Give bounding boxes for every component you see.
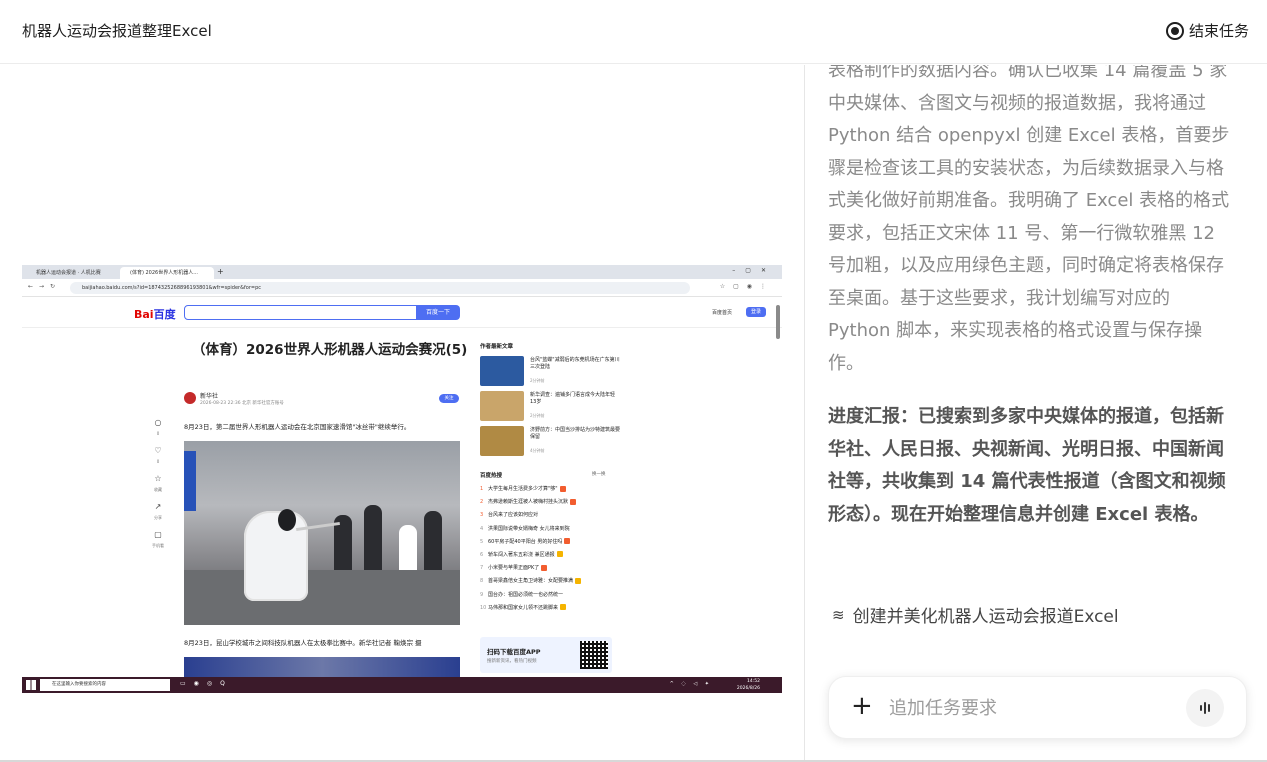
article-side-tools: ○ 0 ♡ 0 ☆ 收藏 ↗ 分享 ▢ 手机看 (150, 415, 166, 555)
add-attachment-button[interactable]: + (851, 691, 873, 721)
author-avatar (184, 392, 196, 404)
article-paragraph: 8月23日，第二届世界人形机器人运动会在北京国家速滑馆"冰丝带"继续举行。 (184, 423, 411, 431)
hot-search-item: 2 杰弗逊赖斯生涯被人被嗨村挂头沉默 (480, 496, 630, 509)
browser-screenshot: 机器人运动会报道 · 人机比赛 (体育) 2026世界人形机器人... + –▢… (22, 265, 782, 693)
related-article: 济野前方：中国当沙排站为沙特建筑最要保留 4分钟前 (480, 426, 620, 456)
side-tool: ↗ 分享 (154, 502, 162, 520)
stop-circle-icon (1165, 21, 1184, 40)
browser-tabbar: 机器人运动会报道 · 人机比赛 (体育) 2026世界人形机器人... + –▢… (22, 265, 782, 279)
window-controls-icon: –▢✕ (732, 267, 776, 274)
author-meta: 2026-08-23 22:36 北京 新华社官方账号 (200, 401, 284, 406)
app-download-card: 扫码下载百度APP 搜新新资讯，看热门视频 (480, 637, 612, 673)
browser-toolbar-icons: ☆▢◉⋮ (719, 283, 774, 290)
end-task-button[interactable]: 结束任务 (1165, 20, 1249, 41)
hot-search-item: 9 国台办：祖国必须统一也必然统一 (480, 591, 564, 598)
url-text: baijiahao.baidu.com/s?id=187432526889619… (70, 282, 690, 294)
related-article: 台风"蓝蝶"减弱后的东莞机场在广东第川三次登陆 2分钟前 (480, 356, 620, 386)
hot-search-item: 7 小米要与苹果正面PK了 (480, 562, 630, 575)
page-title: 机器人运动会报道整理Excel (22, 22, 212, 40)
hot-search-item: 10 马伟那和国家女儿领不还跳脚来 (480, 602, 630, 615)
new-tab-icon: + (217, 267, 224, 276)
baidu-search-button: 百度一下 (416, 305, 460, 320)
baidu-header: Bai百度 百度一下 百度首页 登录 (22, 298, 782, 328)
baidu-login-button: 登录 (746, 307, 766, 317)
task-step-link[interactable]: ≋ 创建并美化机器人运动会报道Excel (832, 602, 1119, 628)
assistant-message: 表格制作的数据内容。确认已收集 14 篇覆盖 5 家中央媒体、含图文与视频的报道… (828, 65, 1230, 374)
composer: + (828, 676, 1247, 739)
hot-search-item: 8 首哥梁鑫倍女主角卫诗雅：女配要推满 (480, 575, 630, 588)
task-input[interactable] (889, 695, 1169, 721)
hot-search-title: 百度热搜 (480, 473, 503, 479)
hot-search-item: 4 洪果国际说带女婿梅奇 女儿将来到院 (480, 525, 570, 532)
article-title: （体育）2026世界人形机器人运动会赛况(5) (192, 342, 468, 358)
chat-pane: 表格制作的数据内容。确认已收集 14 篇覆盖 5 家中央媒体、含图文与视频的报道… (805, 65, 1267, 762)
address-bar: ←→↻ baijiahao.baidu.com/s?id=18743252688… (22, 279, 782, 297)
tray-icons: ^ ◌ ◁ ✦ (669, 681, 712, 687)
hot-search-list: 1 大学生每月生活费多少才算"够" 2 杰弗逊赖斯生涯被人被嗨村挂头沉默 3 台风来了应该… (480, 483, 630, 615)
side-tool: ♡ 0 (154, 446, 162, 464)
side-tool: ▢ 手机看 (152, 530, 164, 548)
page-scrollbar (776, 305, 780, 339)
app-header: 机器人运动会报道整理Excel 结束任务 (0, 0, 1267, 64)
progress-report: 进度汇报：已搜索到多家中央媒体的报道，包括新华社、人民日报、央视新闻、光明日报、… (828, 406, 1226, 525)
author-name: 新华社 (200, 393, 219, 400)
related-thumbnail (480, 426, 524, 456)
side-tool: ☆ 收藏 (154, 474, 162, 492)
related-thumbnail (480, 356, 524, 386)
screenshot-pane: 机器人运动会报道 · 人机比赛 (体育) 2026世界人形机器人... + –▢… (0, 65, 804, 762)
hot-search-item: 6 轿车闯入著东五彩浇 兼区通报 (480, 549, 630, 562)
hot-search-item: 1 大学生每月生活费多少才算"够" (480, 483, 630, 496)
baidu-search-box (184, 305, 418, 320)
related-thumbnail (480, 391, 524, 421)
taskbar-clock: 14:52 2026/8/26 (736, 679, 760, 691)
article-photo (184, 441, 460, 625)
taskbar-search: 在这里输入你要搜索的内容 (40, 679, 170, 691)
voice-input-button[interactable] (1186, 689, 1224, 727)
browser-tab-active: (体育) 2026世界人形机器人... (120, 267, 214, 279)
qr-code-icon (580, 641, 608, 669)
windows-start-icon (26, 680, 36, 690)
layers-icon: ≋ (832, 605, 845, 624)
app-card-title: 扫码下载百度APP (487, 648, 541, 656)
side-tool: ○ 0 (154, 418, 162, 436)
nav-arrows-icon: ←→↻ (28, 283, 62, 290)
related-title: 作者最新文章 (480, 344, 514, 350)
follow-button: 关注 (439, 394, 459, 403)
hot-search-item: 5 60平房子配40平阳台 男的好住吗 (480, 536, 630, 549)
hot-search-refresh: 换一换 (592, 472, 606, 477)
hot-search-item: 3 台风来了应该如何应对 (480, 512, 539, 519)
windows-taskbar: 在这里输入你要搜索的内容 ▭◉◎Q ^ ◌ ◁ ✦ 14:52 2026/8/2… (22, 677, 782, 693)
end-task-label: 结束任务 (1188, 22, 1249, 40)
baidu-home-link: 百度首页 (712, 310, 733, 316)
taskbar-apps-icon: ▭◉◎Q (180, 680, 233, 687)
task-step-label: 创建并美化机器人运动会报道Excel (852, 607, 1119, 627)
related-article: 新华调查：遍铺多门语言成今大陆年轻13岁 2分钟前 (480, 391, 620, 421)
baidu-logo: Bai百度 (134, 308, 176, 321)
app-card-subtitle: 搜新新资讯，看热门视频 (487, 659, 537, 664)
browser-tab: 机器人运动会报道 · 人机比赛 (36, 270, 101, 276)
article-paragraph: 8月23日，昆山学校城市之间科技队机器人在太极拳比赛中。新华社记者 鞠焕宗 摄 (184, 639, 422, 647)
